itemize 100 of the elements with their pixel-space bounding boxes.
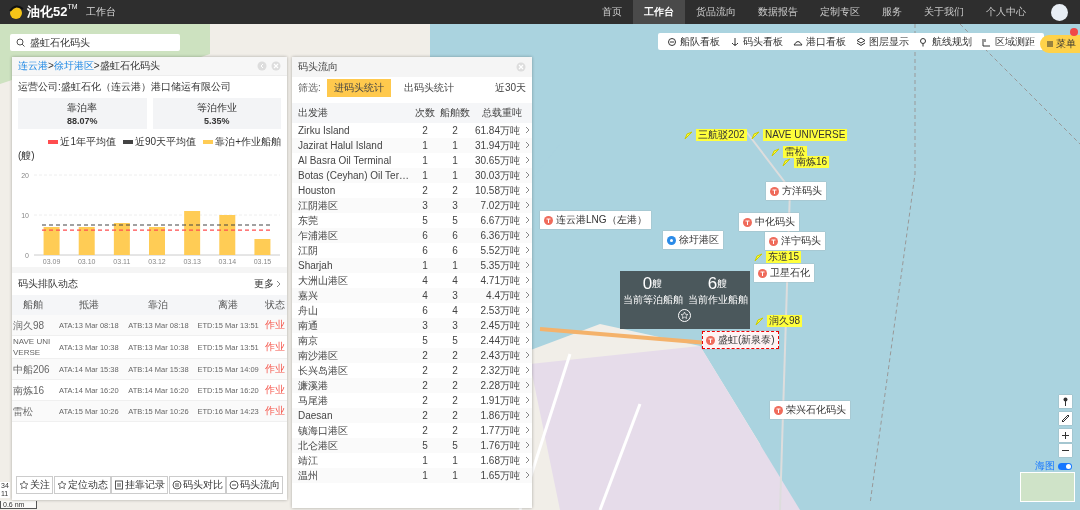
filter-tab[interactable]: 进码头统计 [326,79,391,97]
nav-item[interactable]: 工作台 [633,0,685,24]
chart-bar [149,227,165,255]
table-cell: 1 [412,168,438,183]
chart-bar [184,211,201,255]
map-marker[interactable]: 中化码头 [739,213,799,231]
table-cell: 5 [438,213,472,228]
star-icon[interactable] [678,309,691,322]
table-cell: 镇海口港区 [292,423,412,438]
table-cell: 2 [412,408,438,423]
breadcrumb-link[interactable]: 徐圩港区 [53,60,94,71]
compare-icon [171,480,182,490]
terminal-marker-icon [544,215,553,225]
map-tool-button[interactable]: 码头看板 [725,34,788,49]
map-tool-button[interactable]: 港口看板 [788,34,851,49]
table-cell: 3 [438,198,472,213]
column-header: 出发港 [292,103,412,123]
workspace-title: 工作台 [85,5,116,19]
action-button[interactable]: 挂靠记录 [111,476,168,494]
table-cell: 2 [412,363,438,378]
chart-bar [113,223,130,255]
layer-toggle-label: 海图 [1035,459,1055,473]
menu-button[interactable]: 菜单 [1040,35,1080,53]
table-cell: 10.58万吨 [472,183,522,198]
table-cell: 2.32万吨 [472,363,522,378]
table-cell: 2 [412,393,438,408]
table-cell: NAVE UNIVERSE [12,335,54,359]
terminal-marker-icon [770,186,779,196]
map-marker[interactable]: 盛虹(新泉泰) [702,331,779,349]
column-header: 离港 [193,295,263,315]
map-tool-button[interactable]: 航线规划 [914,34,977,49]
table-cell: 5 [412,438,438,453]
table-cell: 2 [412,378,438,393]
star-icon [56,480,67,490]
table-cell: 6 [412,243,438,258]
more-link[interactable]: 更多 [254,277,281,291]
search-field[interactable]: 盛虹石化码头 [10,34,180,51]
ship-icon [751,130,760,140]
table-cell: 南沙港区 [292,348,412,363]
stat-label: 靠泊率 [66,101,99,115]
ruler-button[interactable] [1059,412,1072,425]
menu-icon [1046,40,1054,48]
table-cell: 2 [412,183,438,198]
tool-icon [982,36,992,47]
section-title: 码头排队动态 [18,277,78,291]
ship-icon [684,130,693,140]
map-tool-button[interactable]: 图层显示 [851,34,914,49]
map-marker[interactable]: 荣兴石化码头 [770,401,850,419]
table-cell: 2 [438,423,472,438]
minimap-thumbnail[interactable] [1020,472,1075,502]
action-button[interactable]: 码头对比 [168,476,226,494]
nav-item[interactable]: 数据报告 [747,0,809,24]
table-cell: Houston [292,183,412,198]
table-cell: 1 [438,153,472,168]
map-tool-button[interactable]: 船队看板 [662,34,725,49]
nav-item[interactable]: 个人中心 [975,0,1037,24]
table-cell: 3 [438,318,472,333]
map-marker[interactable]: 洋宁码头 [765,232,825,250]
star-icon [19,480,29,490]
legend-label: 近1年平均值 [60,135,117,149]
filter-tab[interactable]: 出码头统计 [396,79,461,97]
layer-toggle[interactable] [1058,462,1072,470]
period-label: 近30天 [494,81,526,95]
table-cell: 濂溪港 [292,378,412,393]
action-button[interactable]: 定位动态 [53,476,111,494]
map-marker[interactable]: 卫星石化 [754,264,814,282]
table-cell: 1 [412,153,438,168]
pin-button[interactable] [1059,395,1072,408]
table-cell: 61.84万吨 [472,123,522,138]
chart-bar [43,227,60,255]
chart-bar [254,239,271,255]
ruler-icon [1061,414,1070,423]
map-marker[interactable]: 徐圩港区 [663,231,723,249]
nav-item[interactable]: 关于我们 [913,0,975,24]
breadcrumb-link[interactable]: 连云港 [18,60,48,71]
nav-item[interactable]: 首页 [591,0,633,24]
table-cell: 5.52万吨 [472,243,522,258]
table-cell: 2.28万吨 [472,378,522,393]
nav-item[interactable]: 服务 [871,0,913,24]
summary-label: 当前作业船舶 [687,293,748,307]
map-tool-button[interactable]: 区域测距 [977,34,1040,49]
table-cell: 4 [438,303,472,318]
map-marker[interactable]: 连云港LNG（左港） [540,211,651,229]
nav-item[interactable]: 定制专区 [809,0,871,24]
table-cell: 5 [438,333,472,348]
column-header: 船舶 [12,295,54,315]
zoom-out-button[interactable] [1059,444,1072,457]
terminal-marker-icon [774,405,783,415]
action-button[interactable]: 码头流向 [226,476,283,494]
table-cell: 2 [438,123,472,138]
action-button[interactable]: 关注 [16,476,53,494]
map-marker[interactable]: 方洋码头 [766,182,826,200]
table-cell: 6 [412,303,438,318]
avatar[interactable] [1051,3,1068,21]
nav-item[interactable]: 货品流向 [685,0,747,24]
table-cell: 温州 [292,468,412,483]
table-cell: 2 [438,378,472,393]
zoom-in-button[interactable] [1059,429,1072,442]
table-cell: 2.43万吨 [472,348,522,363]
table-cell: 6 [412,228,438,243]
